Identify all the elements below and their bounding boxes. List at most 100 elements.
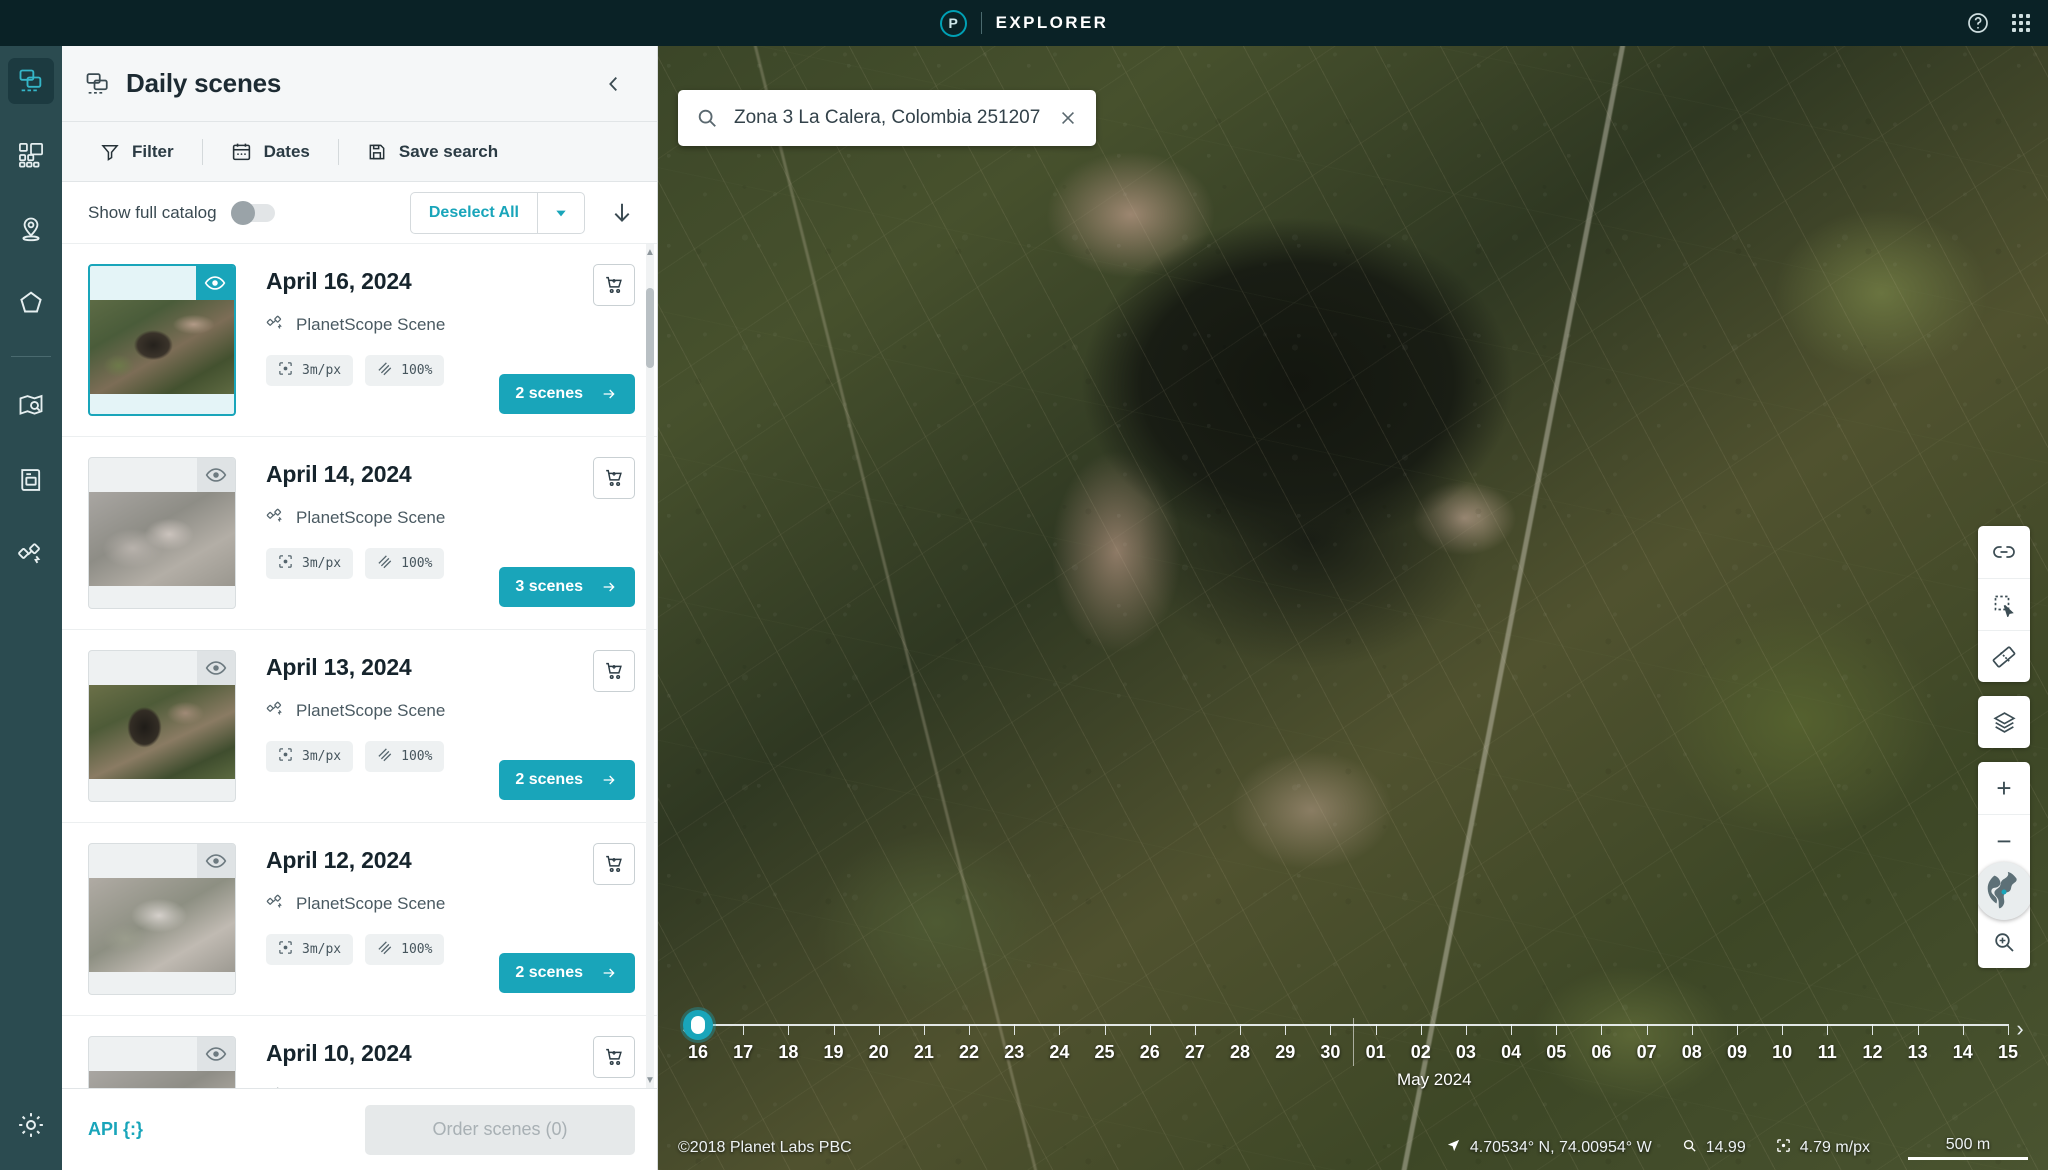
sidebar-item-reports[interactable] [8,457,54,503]
scenes-count-button[interactable]: 2 scenes [499,760,635,800]
marquee-select-icon[interactable] [1978,578,2030,630]
eye-icon[interactable] [197,651,235,685]
timeline-day-label[interactable]: 08 [1682,1042,1702,1063]
timeline-day-label[interactable]: 02 [1411,1042,1431,1063]
eye-icon[interactable] [197,1037,235,1071]
thumbnail[interactable] [88,843,236,995]
zoom-out-button[interactable]: − [1978,814,2030,866]
cart-icon[interactable] [593,264,635,306]
list-item[interactable]: April 10, 2024 PlanetScope Scene [62,1016,657,1088]
search-box[interactable] [678,90,1096,146]
thumbnail[interactable] [88,650,236,802]
timeline-day-label[interactable]: 07 [1637,1042,1657,1063]
timeline-day-label[interactable]: 10 [1772,1042,1792,1063]
scenes-count-button[interactable]: 2 scenes [499,953,635,993]
timeline-day-label[interactable]: 24 [1049,1042,1069,1063]
magnifier-plus-icon[interactable] [1978,916,2030,968]
timeline-day-label[interactable]: 12 [1862,1042,1882,1063]
timeline-day-label[interactable]: 27 [1185,1042,1205,1063]
timeline-day-label[interactable]: 21 [914,1042,934,1063]
save-search-button[interactable]: Save search [367,142,498,162]
globe-icon[interactable] [1978,862,2030,920]
chevron-down-icon[interactable] [537,191,585,234]
timeline-day-label[interactable]: 04 [1501,1042,1521,1063]
sidebar-item-places[interactable] [8,206,54,252]
scene-date: April 13, 2024 [266,654,412,680]
cart-icon[interactable] [593,650,635,692]
apps-grid-icon[interactable] [2012,14,2030,32]
link-icon[interactable] [1978,526,2030,578]
zoom-in-button[interactable]: + [1978,762,2030,814]
timeline-day-label[interactable]: 03 [1456,1042,1476,1063]
timeline-day-label[interactable]: 26 [1140,1042,1160,1063]
timeline-day-label[interactable]: 06 [1591,1042,1611,1063]
collapse-panel-button[interactable] [597,67,631,101]
timeline-day-label[interactable]: 09 [1727,1042,1747,1063]
sidebar-item-saved-searches[interactable] [8,383,54,429]
timeline-day-label[interactable]: 23 [1004,1042,1024,1063]
thumbnail[interactable] [88,264,236,416]
timeline-day-label[interactable]: 20 [869,1042,889,1063]
timeline-day-label[interactable]: 11 [1818,1042,1837,1063]
scenes-count-button[interactable]: 3 scenes [499,567,635,607]
close-icon[interactable] [1054,104,1082,132]
list-item[interactable]: April 12, 2024 PlanetScope Scene 3m/px 1… [62,823,657,1016]
timeline-day-label[interactable]: 05 [1546,1042,1566,1063]
cart-icon[interactable] [593,457,635,499]
show-full-catalog-toggle[interactable] [230,200,275,225]
timeline-day-label[interactable]: 01 [1366,1042,1386,1063]
download-arrow-icon[interactable] [609,200,635,226]
list-item[interactable]: April 13, 2024 PlanetScope Scene 3m/px 1… [62,630,657,823]
sidebar-item-daily-scenes[interactable] [8,58,54,104]
help-circle-icon[interactable] [1966,11,1990,35]
timeline-day-label[interactable]: 22 [959,1042,979,1063]
api-link[interactable]: API {:} [88,1119,143,1140]
scrollbar-track[interactable] [646,244,654,1088]
eye-icon[interactable] [197,844,235,878]
timeline-day-label[interactable]: 28 [1230,1042,1250,1063]
map-viewport[interactable]: + − [658,46,2048,1170]
timeline-day-label[interactable]: 25 [1095,1042,1115,1063]
sidebar-item-areas-of-interest[interactable] [8,280,54,326]
sidebar-item-tasking[interactable] [8,531,54,577]
cart-icon[interactable] [593,843,635,885]
timeline-day-label[interactable]: 30 [1320,1042,1340,1063]
timeline-day-label[interactable]: 15 [1998,1042,2018,1063]
coverage-chip: 100% [365,741,445,772]
timeline-day-label[interactable]: 19 [824,1042,844,1063]
layers-icon[interactable] [1978,696,2030,748]
rail-divider [11,356,51,357]
timeline-handle[interactable] [683,1010,713,1040]
scene-body: April 14, 2024 PlanetScope Scene 3m/px 1… [236,457,635,609]
timeline-day-label[interactable]: 13 [1908,1042,1928,1063]
ruler-icon[interactable] [1978,630,2030,682]
eye-icon[interactable] [196,266,234,300]
scene-list[interactable]: ▲ ▼ April 16, 2024 PlanetScope Scene 3m/… [62,244,657,1088]
timeline-day-label[interactable]: 29 [1275,1042,1295,1063]
thumbnail[interactable] [88,1036,236,1088]
timeline-day-label[interactable]: 17 [733,1042,753,1063]
deselect-all-button[interactable]: Deselect All [409,191,537,234]
list-item[interactable]: April 16, 2024 PlanetScope Scene 3m/px 1… [62,244,657,437]
sidebar-item-basemaps[interactable] [8,132,54,178]
focus-target-icon [278,554,293,573]
timeline-next-button[interactable]: › [2008,1012,2032,1042]
scroll-up-arrow[interactable]: ▲ [644,246,656,258]
timeline-track[interactable]: 16 17 18 19 20 21 22 23 24 25 26 27 28 29 30 01 02 03 04 05… [683,1010,2018,1104]
list-item[interactable]: April 14, 2024 PlanetScope Scene 3m/px 1… [62,437,657,630]
scenes-count-button[interactable]: 2 scenes [499,374,635,414]
scrollbar-thumb[interactable] [646,288,654,368]
filter-button[interactable]: Filter [100,142,174,162]
timeline-day-label[interactable]: 18 [778,1042,798,1063]
timeline-day-label[interactable]: 14 [1953,1042,1973,1063]
search-input[interactable] [734,107,1054,129]
dates-button[interactable]: Dates [231,141,310,162]
scroll-down-arrow[interactable]: ▼ [644,1074,656,1086]
order-scenes-button[interactable]: Order scenes (0) [365,1104,635,1155]
deselect-group: Deselect All [409,191,635,234]
timeline-day-label[interactable]: 16 [688,1042,708,1063]
thumbnail[interactable] [88,457,236,609]
eye-icon[interactable] [197,458,235,492]
cart-icon[interactable] [593,1036,635,1078]
settings-gear-icon[interactable] [8,1102,54,1148]
